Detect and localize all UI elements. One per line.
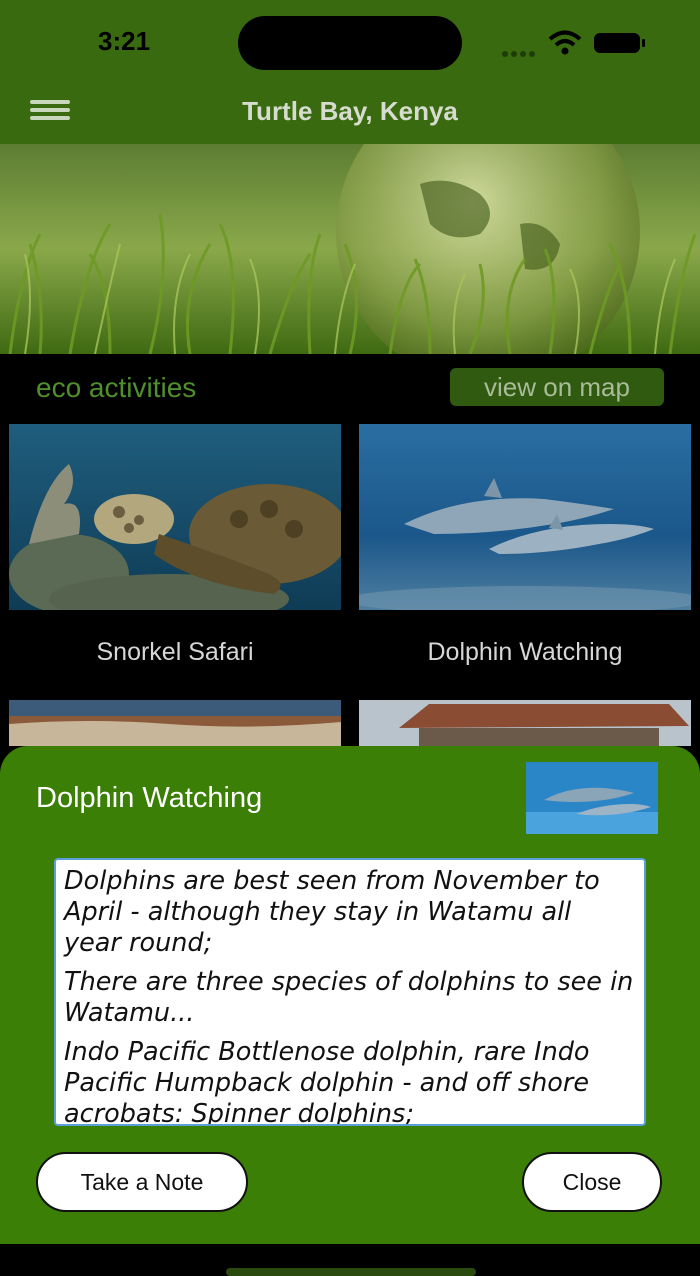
turtle-image [9, 424, 341, 610]
description-paragraph: Indo Pacific Bottlenose dolphin, rare In… [64, 1037, 590, 1126]
section-title: eco activities [36, 372, 197, 403]
wifi-icon [548, 30, 582, 55]
sheet-title: Dolphin Watching [36, 782, 263, 814]
activity-label: Snorkel Safari [96, 638, 254, 666]
nav-bar: Turtle Bay, Kenya [0, 90, 700, 144]
section-header: eco activities view on map [0, 354, 700, 422]
dolphin-image [359, 424, 691, 610]
signal-icon [502, 44, 538, 57]
hero-banner-image [0, 144, 700, 354]
status-time: 3:21 [98, 26, 151, 56]
activity-label: Dolphin Watching [427, 638, 623, 666]
activity-card-dolphin-watching[interactable]: Dolphin Watching [359, 424, 691, 666]
sheet-dolphin-thumbnail [526, 762, 658, 834]
description-paragraph: Dolphins are best seen from November to … [64, 866, 600, 958]
hamburger-menu-icon[interactable] [30, 96, 70, 126]
description-text-area[interactable]: Dolphins are best seen from November to … [54, 858, 646, 1126]
beach-image [9, 700, 341, 746]
dynamic-island [238, 16, 462, 70]
activity-card-building[interactable] [359, 700, 691, 746]
view-on-map-button[interactable]: view on map [450, 368, 664, 406]
building-image [359, 700, 691, 746]
page-title: Turtle Bay, Kenya [242, 96, 458, 126]
battery-icon [594, 33, 645, 53]
home-indicator[interactable] [226, 1268, 476, 1276]
activity-card-snorkel-safari[interactable]: Snorkel Safari [9, 424, 341, 666]
description-paragraph: There are three species of dolphins to s… [64, 967, 634, 1028]
close-button[interactable]: Close [522, 1152, 662, 1212]
activity-card-beach[interactable] [9, 700, 341, 746]
activity-detail-sheet: Dolphin Watching Dolphins are best seen … [0, 746, 700, 1276]
status-bar: 3:21 [0, 0, 700, 90]
take-a-note-button[interactable]: Take a Note [36, 1152, 248, 1212]
